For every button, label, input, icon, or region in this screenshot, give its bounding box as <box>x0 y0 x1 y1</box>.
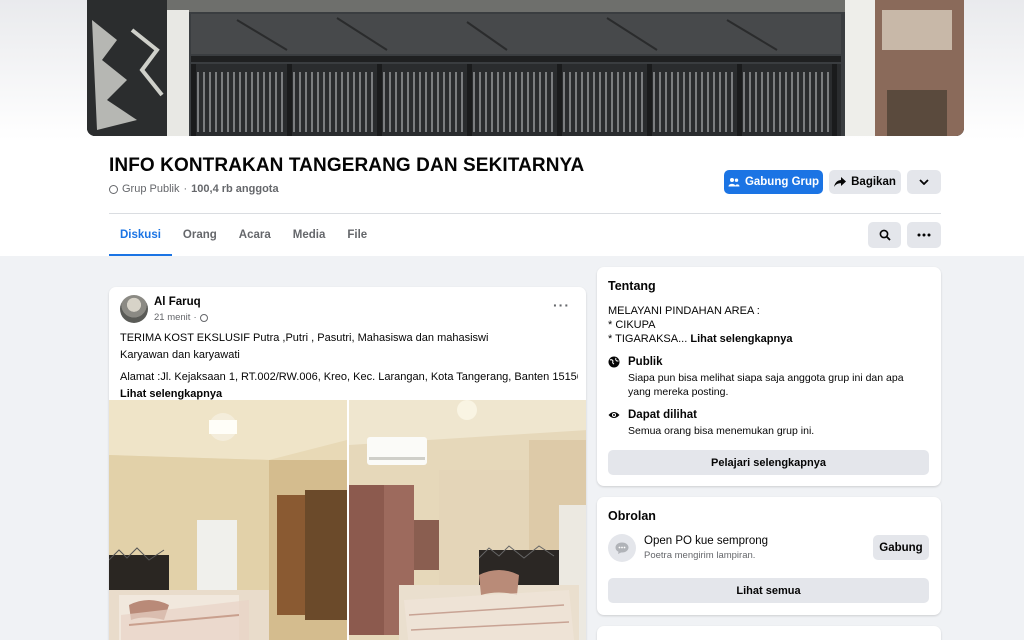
chat-bubble-icon <box>615 542 629 554</box>
people-icon <box>728 178 740 187</box>
globe-icon <box>608 356 620 368</box>
about-description: MELAYANI PINDAHAN AREA : * CIKUPA * TIGA… <box>608 304 792 346</box>
share-button[interactable]: Bagikan <box>829 170 901 194</box>
group-privacy: Grup Publik <box>122 183 180 195</box>
avatar[interactable] <box>120 295 148 323</box>
globe-icon <box>109 184 118 194</box>
more-options-button[interactable] <box>907 170 941 194</box>
share-arrow-icon <box>834 177 847 187</box>
about-heading: Tentang <box>608 279 656 293</box>
post-body: TERIMA KOST EKSLUSIF Putra ,Putri , Pasu… <box>120 331 578 403</box>
post-menu-button[interactable]: ··· <box>553 297 570 313</box>
about-see-more-link[interactable]: Lihat selengkapnya <box>690 333 792 345</box>
post-card: Al Faruq 21 menit · ··· TERIMA KOST EKSL… <box>109 287 586 640</box>
about-desc-line: * TIGARAKSA... Lihat selengkapnya <box>608 332 792 346</box>
learn-more-button[interactable]: Pelajari selengkapnya <box>608 450 929 475</box>
about-card: Tentang MELAYANI PINDAHAN AREA : * CIKUP… <box>597 267 941 486</box>
more-button[interactable] <box>907 222 941 248</box>
see-all-chats-button[interactable]: Lihat semua <box>608 578 929 603</box>
group-title[interactable]: INFO KONTRAKAN TANGERANG DAN SEKITARNYA <box>109 155 584 177</box>
tab-orang[interactable]: Orang <box>172 214 228 256</box>
tab-diskusi[interactable]: Diskusi <box>109 214 172 256</box>
about-desc-line: * CIKUPA <box>608 319 656 331</box>
next-card <box>597 626 941 640</box>
chat-name[interactable]: Open PO kue semprong <box>644 535 768 547</box>
visibility-description: Semua orang bisa menemukan grup ini. <box>628 425 815 437</box>
chats-heading: Obrolan <box>608 509 656 523</box>
meta-separator: · <box>183 183 188 195</box>
share-label: Bagikan <box>851 176 896 188</box>
join-chat-button[interactable]: Gabung <box>873 535 929 560</box>
post-photos <box>109 400 586 640</box>
post-time-separator: · <box>193 312 197 323</box>
chat-last-message: Poetra mengirim lampiran. <box>644 550 756 561</box>
group-members[interactable]: 100,4 rb anggota <box>191 183 278 195</box>
more-icon <box>917 233 931 237</box>
post-time-text: 21 menit <box>154 312 191 323</box>
group-tabs: Diskusi Orang Acara Media File <box>109 214 378 256</box>
post-author[interactable]: Al Faruq <box>154 296 201 308</box>
visibility-title: Dapat dilihat <box>628 409 698 421</box>
post-line: Karyawan dan karyawati <box>120 348 240 361</box>
tab-file[interactable]: File <box>336 214 378 256</box>
post-address: Alamat :Jl. Kejaksaan 1, RT.002/RW.006, … <box>120 371 578 383</box>
privacy-description: Siapa pun bisa melihat siapa saja anggot… <box>628 372 904 398</box>
group-meta: Grup Publik · 100,4 rb anggota <box>109 183 279 195</box>
post-line: TERIMA KOST EKSLUSIF Putra ,Putri , Pasu… <box>120 332 489 344</box>
tab-acara[interactable]: Acara <box>228 214 282 256</box>
chat-avatar[interactable] <box>608 534 636 562</box>
post-timestamp[interactable]: 21 menit · <box>154 312 208 323</box>
cover-photo[interactable] <box>87 0 964 136</box>
about-desc-line: MELAYANI PINDAHAN AREA : <box>608 305 760 317</box>
join-group-button[interactable]: Gabung Grup <box>724 170 823 194</box>
tab-media[interactable]: Media <box>282 214 337 256</box>
search-icon <box>879 229 891 241</box>
search-button[interactable] <box>868 222 901 248</box>
about-desc-text: * TIGARAKSA... <box>608 333 688 345</box>
globe-icon <box>199 313 208 322</box>
post-photo-1[interactable] <box>109 400 347 640</box>
see-more-link[interactable]: Lihat selengkapnya <box>120 387 578 402</box>
chevron-down-icon <box>919 179 929 185</box>
eye-icon <box>608 412 620 418</box>
join-group-label: Gabung Grup <box>744 176 820 188</box>
privacy-title: Publik <box>628 356 663 368</box>
post-photo-2[interactable] <box>348 400 586 640</box>
chats-card: Obrolan Open PO kue semprong Poetra meng… <box>597 497 941 615</box>
